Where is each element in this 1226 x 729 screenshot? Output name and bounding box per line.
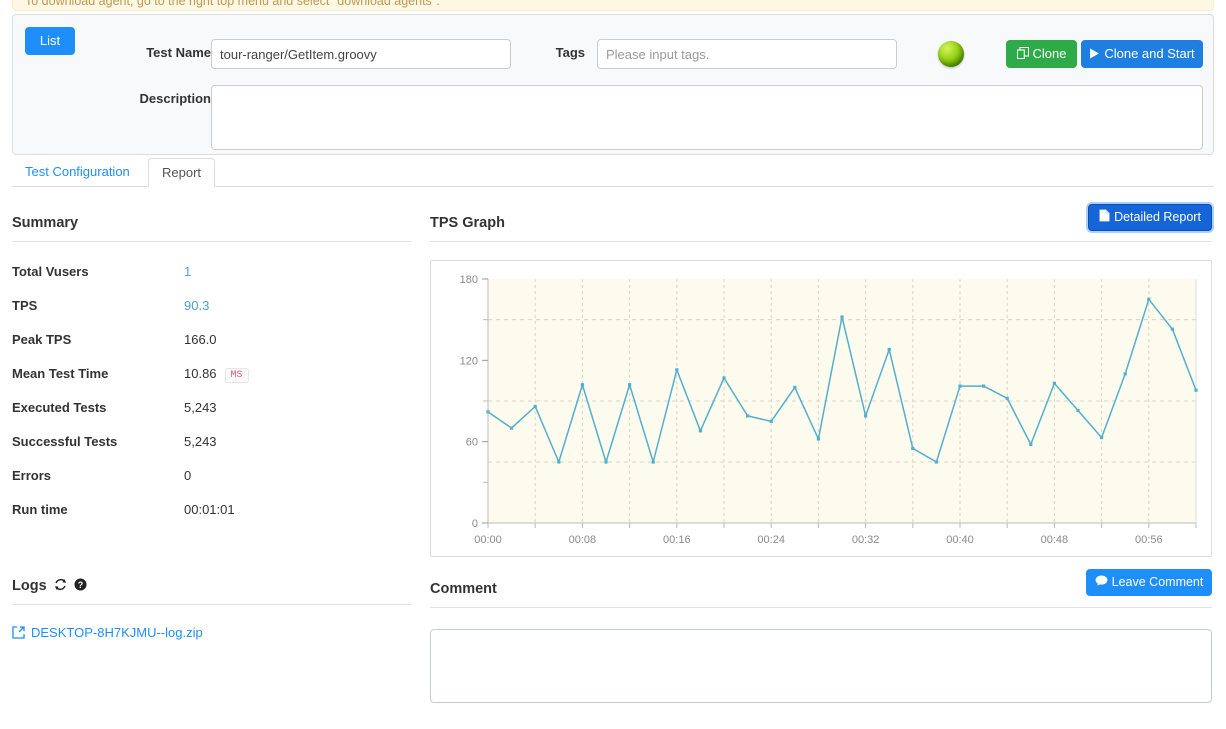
summary-value[interactable]: 1 [184, 264, 191, 279]
summary-title: Summary [12, 215, 79, 231]
description-textarea[interactable] [211, 85, 1203, 150]
svg-text:00:16: 00:16 [663, 534, 691, 546]
external-link-icon [12, 626, 25, 642]
svg-text:?: ? [77, 580, 82, 590]
comment-textarea[interactable] [430, 629, 1212, 703]
detailed-report-button[interactable]: Detailed Report [1088, 204, 1212, 231]
svg-text:00:40: 00:40 [946, 534, 974, 546]
green-status-ball-icon [938, 41, 964, 67]
summary-key: Errors [12, 468, 52, 483]
summary-key: Mean Test Time [12, 366, 109, 381]
summary-value: 5,243 [184, 434, 217, 449]
summary-value: 166.0 [184, 332, 217, 347]
svg-text:00:08: 00:08 [569, 534, 597, 546]
test-header-card: List Test Name Tags Clone Clone and Star… [12, 14, 1214, 155]
refresh-icon[interactable] [54, 578, 67, 595]
summary-row-errors: Errors 0 [12, 468, 412, 502]
svg-text:00:32: 00:32 [852, 534, 880, 546]
summary-row-successful-tests: Successful Tests 5,243 [12, 434, 412, 468]
log-file-name: DESKTOP-8H7KJMU--log.zip [31, 625, 203, 640]
tags-input[interactable] [597, 39, 897, 69]
leave-comment-button[interactable]: Leave Comment [1086, 569, 1212, 596]
log-file-link[interactable]: DESKTOP-8H7KJMU--log.zip [12, 625, 203, 642]
svg-text:0: 0 [472, 518, 478, 530]
summary-key: Successful Tests [12, 434, 118, 449]
summary-key: TPS [12, 298, 38, 313]
copy-icon [1016, 42, 1029, 68]
document-icon [1099, 206, 1110, 231]
summary-row-peak-tps: Peak TPS 166.0 [12, 332, 412, 366]
test-name-label: Test Name [146, 45, 211, 60]
svg-text:00:24: 00:24 [757, 534, 785, 546]
summary-row-tps: TPS 90.3 [12, 298, 412, 332]
summary-divider [12, 241, 412, 242]
question-circle-icon[interactable]: ? [74, 578, 87, 595]
logs-title-label: Logs [12, 578, 47, 594]
tps-graph-title: TPS Graph [430, 215, 505, 231]
tags-label: Tags [555, 45, 585, 60]
summary-key: Total Vusers [12, 264, 89, 279]
leave-comment-label: Leave Comment [1111, 575, 1204, 589]
summary-value: 10.86 MS [184, 366, 249, 383]
logs-title: Logs? [12, 578, 87, 595]
logs-divider [12, 604, 412, 605]
svg-text:00:56: 00:56 [1135, 534, 1163, 546]
summary-row-executed-tests: Executed Tests 5,243 [12, 400, 412, 434]
clone-and-start-button[interactable]: Clone and Start [1081, 40, 1203, 68]
summary-value-text: 10.86 [184, 366, 217, 381]
comment-title: Comment [430, 581, 497, 597]
tps-chart[interactable]: 0 60 120 180 00:00 00:08 00:16 00:24 00:32 00:40 0… [430, 260, 1212, 557]
play-icon [1089, 42, 1100, 68]
summary-value[interactable]: 90.3 [184, 298, 209, 313]
tps-chart-svg: 0 60 120 180 00:00 00:08 00:16 00:24 00:32 00:40 0… [460, 274, 1198, 546]
summary-row-total-vusers: Total Vusers 1 [12, 264, 412, 298]
summary-key: Peak TPS [12, 332, 72, 347]
svg-text:120: 120 [460, 355, 478, 367]
clone-button[interactable]: Clone [1006, 40, 1077, 68]
comment-divider [430, 607, 1212, 608]
summary-value: 0 [184, 468, 192, 483]
svg-text:00:48: 00:48 [1041, 534, 1069, 546]
summary-key: Executed Tests [12, 400, 107, 415]
unit-badge-ms: MS [224, 368, 249, 383]
svg-text:60: 60 [466, 437, 478, 449]
summary-value: 5,243 [184, 400, 217, 415]
tps-graph-divider [430, 241, 1212, 242]
tab-report[interactable]: Report [148, 158, 216, 187]
summary-row-run-time: Run time 00:01:01 [12, 502, 412, 536]
clone-button-label: Clone [1032, 46, 1067, 61]
download-agent-banner: To download agent, go to the right top m… [12, 0, 1214, 11]
summary-value: 00:01:01 [184, 502, 235, 517]
test-name-input[interactable] [211, 39, 511, 69]
svg-text:180: 180 [460, 274, 478, 286]
report-tabs: Test Configuration Report [12, 158, 1214, 187]
clone-and-start-label: Clone and Start [1104, 46, 1195, 61]
summary-list: Total Vusers 1 TPS 90.3 Peak TPS 166.0 M… [12, 264, 412, 536]
summary-row-mean-test-time: Mean Test Time 10.86 MS [12, 366, 412, 400]
detailed-report-label: Detailed Report [1114, 210, 1201, 224]
speech-bubble-icon [1095, 571, 1108, 596]
list-button[interactable]: List [25, 27, 75, 55]
summary-key: Run time [12, 502, 68, 517]
description-label: Description [139, 91, 211, 106]
svg-text:00:00: 00:00 [474, 534, 502, 546]
tab-test-configuration[interactable]: Test Configuration [12, 158, 143, 187]
